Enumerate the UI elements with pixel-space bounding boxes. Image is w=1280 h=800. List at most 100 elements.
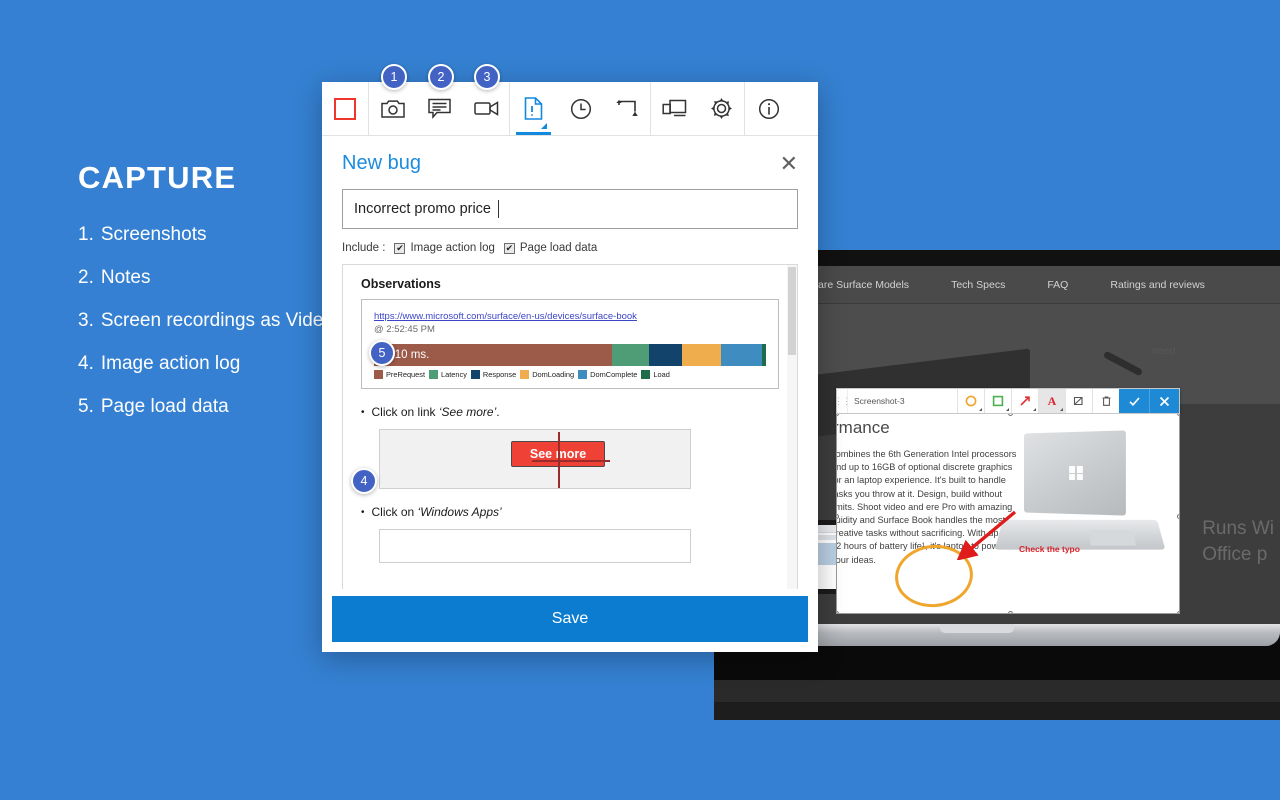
dialog-title: New bug: [342, 152, 421, 174]
resize-handle[interactable]: [837, 414, 839, 416]
legend-label: DomLoading: [532, 370, 575, 379]
include-label: Include :: [342, 242, 386, 254]
laptop-lid-illustration: [1024, 430, 1126, 516]
capture-dialog: New bug ✕ Incorrect promo price Include …: [322, 82, 818, 652]
legend-label: PreRequest: [386, 370, 426, 379]
save-button[interactable]: Save: [332, 596, 808, 642]
bug-title-input[interactable]: Incorrect promo price: [342, 189, 798, 229]
text-annotation[interactable]: Check the typo: [1019, 544, 1080, 554]
checkbox-image-action-log[interactable]: ✔ Image action log: [394, 242, 495, 254]
list-item-label: Screenshots: [100, 224, 207, 245]
bullet-icon: •: [361, 507, 365, 518]
capture-toolbar: [322, 82, 818, 136]
step-text: Click on link ‘See more’.: [371, 405, 500, 419]
waterfall-legend: PreRequest Latency Response DomLoading D…: [374, 370, 766, 379]
arrow-tool-icon[interactable]: [1011, 389, 1038, 413]
scrollbar-thumb[interactable]: [788, 267, 796, 355]
resize-handle[interactable]: [1177, 414, 1179, 416]
page-url-link[interactable]: https://www.microsoft.com/surface/en-us/…: [374, 311, 766, 322]
arrow-annotation[interactable]: [957, 508, 1019, 560]
editor-toolbar: ⋮⋮ Screenshot-3 A: [834, 388, 1180, 414]
nav-item-tech-specs[interactable]: Tech Specs: [951, 279, 1005, 291]
expand-corner-icon[interactable]: [541, 123, 547, 129]
checkbox-label: Image action log: [410, 242, 495, 254]
laptop-hinge: [714, 680, 1280, 702]
resize-handle[interactable]: [1177, 513, 1179, 519]
list-item-label: Screen recordings as Videos: [100, 310, 344, 331]
legend-item-domloading: DomLoading: [520, 370, 574, 379]
list-item-number: 4.: [78, 353, 94, 374]
trackpad-illustration: [1089, 530, 1136, 546]
observations-heading: Observations: [361, 277, 441, 291]
step-badge-2: 2: [428, 64, 454, 90]
blur-tool-icon[interactable]: [1065, 389, 1092, 413]
list-item-number: 2.: [78, 267, 94, 288]
record-stop-icon[interactable]: [322, 82, 369, 135]
step-badge-5: 5: [369, 340, 395, 366]
bug-report-icon[interactable]: [510, 82, 557, 135]
editor-canvas[interactable]: rmance combines the 6th Generation Intel…: [836, 414, 1180, 614]
observations-scrollbar[interactable]: [787, 265, 797, 589]
nav-item-ratings[interactable]: Ratings and reviews: [1110, 279, 1205, 291]
laptop-base-notch: [939, 624, 1014, 633]
bug-title-value: Incorrect promo price: [354, 201, 491, 217]
checkbox-page-load-data[interactable]: ✔ Page load data: [503, 242, 597, 254]
delete-tool-icon[interactable]: [1092, 389, 1119, 413]
close-icon[interactable]: ✕: [780, 152, 798, 175]
step-badge-4: 4: [351, 468, 377, 494]
resize-handle[interactable]: [837, 513, 839, 519]
legend-label: DomComplete: [590, 370, 638, 379]
runs-with-text: Runs Wi Office p: [1202, 516, 1274, 568]
repeat-icon[interactable]: [604, 82, 651, 135]
waterfall-segment-latency: [612, 344, 650, 366]
list-item-number: 3.: [78, 310, 94, 331]
runs-with-line1: Runs Wi: [1202, 518, 1274, 539]
legend-item-response: Response: [470, 370, 516, 379]
waterfall-segment-domloading: [681, 344, 721, 366]
waterfall-segment-response: [649, 344, 682, 366]
list-item-label: Page load data: [100, 396, 229, 417]
chevron-down-icon[interactable]: [1060, 408, 1063, 411]
action-log-thumbnail[interactable]: See more: [379, 429, 691, 489]
resize-handle[interactable]: [1177, 611, 1179, 613]
legend-item-domcomplete: DomComplete: [578, 370, 637, 379]
dialog-body: New bug ✕ Incorrect promo price Include …: [322, 136, 818, 589]
chevron-down-icon[interactable]: [1006, 408, 1009, 411]
legend-label: Load: [653, 370, 670, 379]
step-badge-3: 3: [474, 64, 500, 90]
ellipse-tool-icon[interactable]: [957, 389, 984, 413]
nav-item-faq[interactable]: FAQ: [1047, 279, 1068, 291]
legend-swatch: [520, 370, 530, 379]
text-tool-icon[interactable]: A: [1038, 389, 1065, 413]
screenshot-editor: ⋮⋮ Screenshot-3 A rmance ombines the 6th…: [834, 388, 1180, 616]
devices-icon[interactable]: [651, 82, 698, 135]
list-item-number: 1.: [78, 224, 94, 245]
gear-icon[interactable]: [698, 82, 745, 135]
resize-handle[interactable]: [1008, 611, 1013, 613]
canvas-heading: rmance: [836, 418, 890, 437]
step-badge-1: 1: [381, 64, 407, 90]
rectangle-tool-icon[interactable]: [984, 389, 1011, 413]
resize-handle[interactable]: [837, 611, 839, 613]
legend-item-prerequest: PreRequest: [374, 370, 425, 379]
chevron-down-icon[interactable]: [979, 408, 982, 411]
accept-button-icon[interactable]: [1119, 389, 1149, 413]
drag-handle-icon[interactable]: ⋮⋮: [834, 389, 851, 413]
page-load-waterfall-chart: 1810 ms.: [374, 344, 766, 366]
chevron-down-icon[interactable]: [1033, 408, 1036, 411]
legend-swatch: [578, 370, 588, 379]
action-log-step: • Click on ‘Windows Apps’: [361, 505, 779, 520]
clock-icon[interactable]: [557, 82, 604, 135]
windows-logo-icon: [1068, 466, 1083, 481]
checkbox-checked-icon: ✔: [394, 242, 406, 254]
info-icon[interactable]: [745, 82, 792, 135]
page-load-data-card: https://www.microsoft.com/surface/en-us/…: [361, 299, 779, 389]
screenshot-name-field[interactable]: Screenshot-3: [848, 389, 957, 413]
cancel-button-icon[interactable]: [1149, 389, 1179, 413]
resize-handle[interactable]: [1008, 414, 1013, 416]
legend-swatch: [470, 370, 480, 379]
screenshot-root: CAPTURE 1. Screenshots 2. Notes 3. Scree…: [0, 0, 1280, 800]
legend-swatch: [429, 370, 439, 379]
crosshair-horizontal: [532, 460, 610, 462]
action-log-thumbnail[interactable]: [379, 529, 691, 563]
